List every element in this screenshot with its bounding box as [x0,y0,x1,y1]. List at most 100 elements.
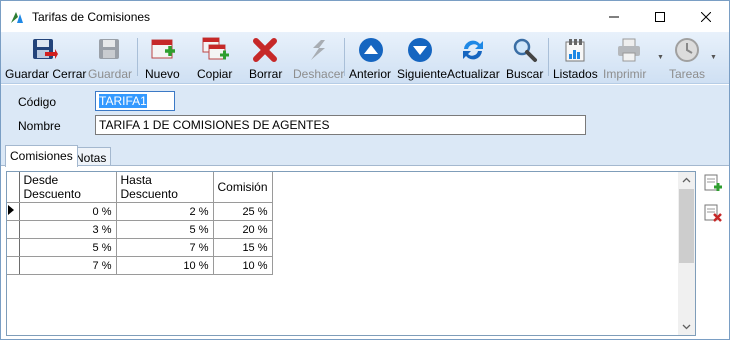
next-label: Siguiente [397,67,448,81]
scroll-up-icon[interactable] [678,172,695,189]
cell-desde[interactable]: 0 % [19,202,117,221]
new-label: Nuevo [145,67,180,81]
save-label: Guardar [88,67,133,81]
next-button[interactable]: Siguiente [397,34,447,82]
tab-comisiones-label: Comisiones [10,149,73,163]
tab-page-comisiones: Desde Descuento Hasta Descuento Comisión… [1,165,729,339]
print-dropdown-icon[interactable]: ▼ [657,54,664,61]
tab-comisiones[interactable]: Comisiones [5,145,78,167]
grid-header-row: Desde Descuento Hasta Descuento Comisión [7,172,273,203]
commissions-grid[interactable]: Desde Descuento Hasta Descuento Comisión… [6,171,696,336]
print-button[interactable]: Imprimir [603,34,655,82]
close-button[interactable] [683,1,729,32]
undo-icon [311,40,325,60]
row-pointer-icon [8,205,14,215]
table-row[interactable]: 3 % 5 % 20 % [7,220,273,239]
current-row-indicator [7,202,20,221]
delete-row-icon[interactable] [703,203,723,223]
clock-icon [675,38,699,62]
scrollbar-thumb[interactable] [679,189,694,263]
name-input[interactable]: TARIFA 1 DE COMISIONES DE AGENTES [95,115,586,135]
undo-button[interactable]: Deshacer [293,34,345,82]
maximize-icon [655,11,665,22]
row-header[interactable] [7,238,20,257]
arrow-up-icon [359,38,383,62]
refresh-label: Actualizar [447,67,500,81]
name-label: Nombre [18,119,61,133]
arrow-down-icon [408,38,432,62]
table-row[interactable]: 5 % 7 % 15 % [7,238,273,257]
delete-button[interactable]: Borrar [247,34,283,82]
search-button[interactable]: Buscar [506,34,544,82]
tasks-label: Tareas [669,67,706,81]
add-row-icon[interactable] [703,173,723,193]
new-button[interactable]: Nuevo [143,34,181,82]
grid-table: Desde Descuento Hasta Descuento Comisión… [7,172,273,275]
cell-desde[interactable]: 7 % [19,256,117,275]
title-bar: Tarifas de Comisiones [1,1,729,32]
maximize-button[interactable] [637,1,683,32]
code-value: TARIFA1 [99,94,147,108]
refresh-button[interactable]: Actualizar [447,34,500,82]
refresh-icon [463,40,483,60]
previous-button[interactable]: Anterior [348,34,394,82]
minimize-button[interactable] [591,1,637,32]
delete-icon [253,38,277,62]
header-form: Código TARIFA1 Nombre TARIFA 1 DE COMISI… [1,85,729,167]
undo-label: Deshacer [293,67,345,81]
cell-desde[interactable]: 3 % [19,220,117,239]
code-label: Código [18,95,57,109]
save-close-label: Guardar Cerrar [5,67,87,81]
cell-hasta[interactable]: 10 % [116,256,214,275]
main-window: Tarifas de Comisiones Guardar Cerrar Gua… [0,0,730,340]
tasks-button[interactable]: Tareas [667,34,707,82]
save-close-icon [33,39,58,59]
cell-hasta[interactable]: 2 % [116,202,214,221]
search-icon [513,38,537,62]
save-close-button[interactable]: Guardar Cerrar [5,34,87,82]
reports-label: Listados [553,67,598,81]
save-button[interactable]: Guardar [87,34,133,82]
toolbar: Guardar Cerrar Guardar Nuevo Copiar Borr… [1,32,729,84]
previous-label: Anterior [349,67,392,81]
close-icon [701,11,711,22]
cell-hasta[interactable]: 7 % [116,238,214,257]
scroll-down-icon[interactable] [678,318,695,335]
cell-comision[interactable]: 15 % [213,238,273,257]
row-header[interactable] [7,256,20,275]
table-row[interactable]: 7 % 10 % 10 % [7,256,273,275]
cell-comision[interactable]: 10 % [213,256,273,275]
vertical-scrollbar[interactable] [678,172,695,335]
new-icon [151,39,175,59]
tab-notas-label: Notas [75,151,107,165]
column-header-desde[interactable]: Desde Descuento [19,172,117,203]
row-header-corner [7,172,20,203]
column-header-hasta[interactable]: Hasta Descuento [116,172,214,203]
toolbar-separator [548,38,549,76]
row-header[interactable] [7,220,20,239]
print-label: Imprimir [603,67,647,81]
tasks-dropdown-icon[interactable]: ▼ [710,54,717,61]
cell-comision[interactable]: 25 % [213,202,273,221]
table-row[interactable]: 0 % 2 % 25 % [7,202,273,221]
toolbar-separator [137,38,138,76]
copy-label: Copiar [197,67,233,81]
minimize-icon [609,16,619,17]
printer-icon [618,38,640,62]
code-input[interactable]: TARIFA1 [95,91,175,111]
app-icon [11,11,23,23]
reports-button[interactable]: Listados [552,34,598,82]
copy-icon [202,37,229,60]
name-value: TARIFA 1 DE COMISIONES DE AGENTES [99,118,330,132]
search-label: Buscar [506,67,544,81]
delete-label: Borrar [249,67,283,81]
copy-button[interactable]: Copiar [195,34,235,82]
column-header-comision[interactable]: Comisión [213,172,273,203]
reports-icon [565,39,585,62]
window-title: Tarifas de Comisiones [32,9,151,24]
cell-hasta[interactable]: 5 % [116,220,214,239]
cell-desde[interactable]: 5 % [19,238,117,257]
toolbar-separator [344,38,345,76]
cell-comision[interactable]: 20 % [213,220,273,239]
save-icon [99,39,119,59]
